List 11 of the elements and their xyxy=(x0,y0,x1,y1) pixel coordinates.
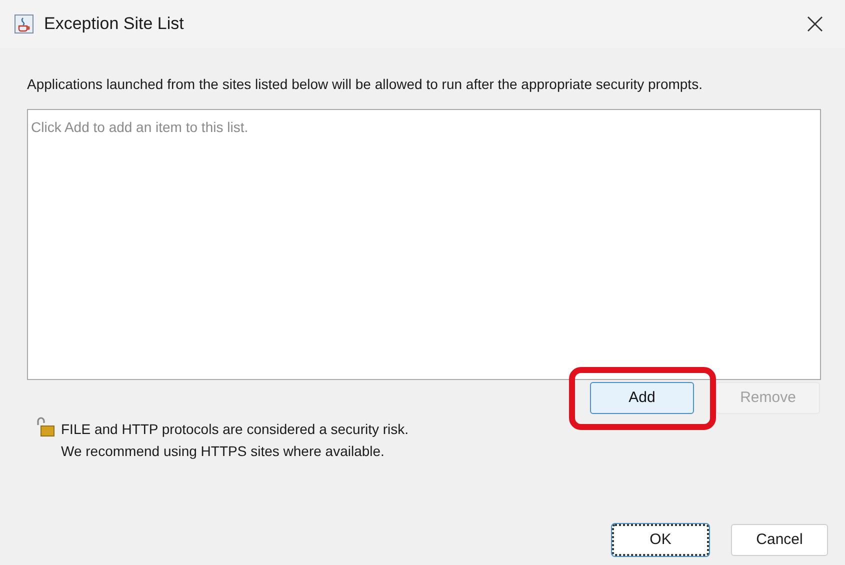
ok-button[interactable]: OK xyxy=(612,524,709,556)
placeholder-text: Click Add to add an item to this list. xyxy=(31,119,248,135)
description-text: Applications launched from the sites listed below will be allowed to run after the appropriate security prompts. xyxy=(27,75,704,94)
window-title: Exception Site List xyxy=(44,13,184,36)
warning-text: FILE and HTTP protocols are considered a security risk. xyxy=(61,420,409,439)
cancel-button[interactable]: Cancel xyxy=(731,524,828,556)
java-cup-icon xyxy=(14,14,34,34)
close-icon xyxy=(807,16,823,32)
padlock-icon xyxy=(35,416,55,438)
add-button[interactable]: Add xyxy=(590,382,694,414)
warning-text: We recommend using HTTPS sites where available. xyxy=(61,442,386,461)
